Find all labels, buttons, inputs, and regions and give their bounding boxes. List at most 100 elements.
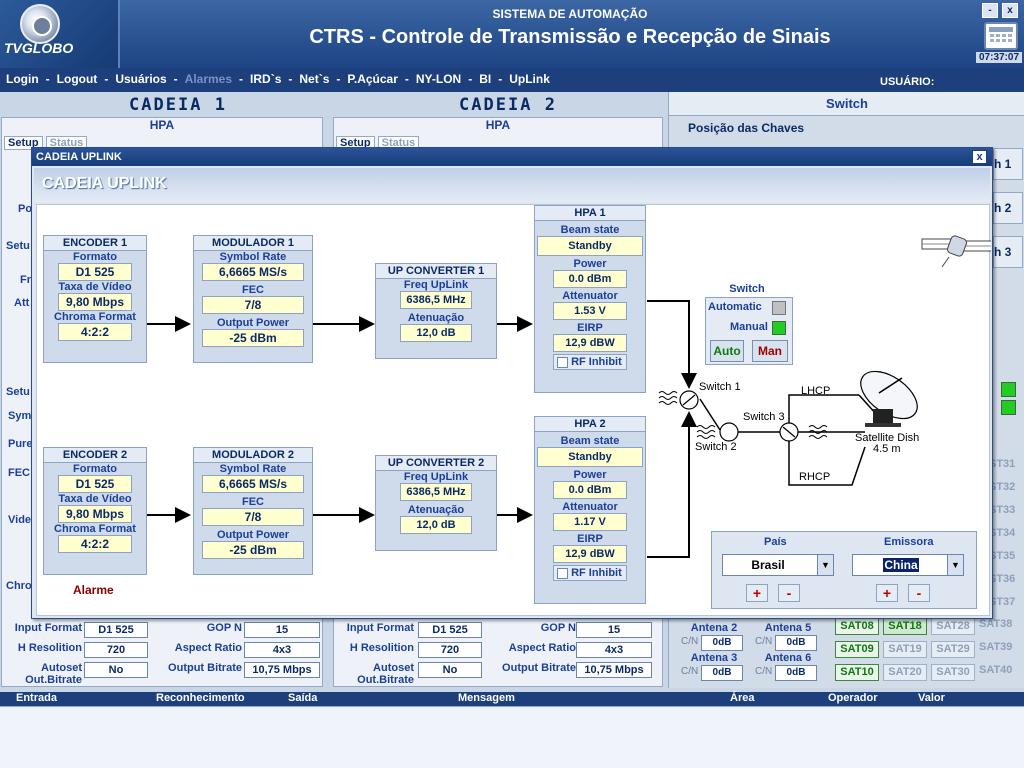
rf-inhibit-label: RF Inhibit xyxy=(571,356,622,368)
pais-add-button[interactable]: + xyxy=(746,584,768,602)
fec-value: 7/8 xyxy=(202,296,304,314)
col-operador: Operador xyxy=(828,692,878,704)
row-label: Autoset Out.Bitrate xyxy=(25,662,82,686)
hpa-2-box: HPA 2 Beam state Standby Power 0.0 dBm A… xyxy=(534,416,646,604)
nav-item-8[interactable]: NY-LON xyxy=(416,72,461,86)
dropdown-arrow-icon[interactable]: ▼ xyxy=(817,555,833,575)
emissora-label: Emissora xyxy=(884,536,934,548)
symbol-rate-value: 6,6665 MS/s xyxy=(202,475,304,493)
row-value: No xyxy=(418,662,482,678)
nav-item-2[interactable]: Logout xyxy=(57,72,98,86)
atenuacao-value: 12,0 dB xyxy=(400,516,472,534)
freq-value: 6386,5 MHz xyxy=(400,291,472,309)
chave-2-button[interactable]: h 2 xyxy=(993,192,1023,224)
dropdown-arrow-icon[interactable]: ▼ xyxy=(947,555,963,575)
row-value: 720 xyxy=(418,642,482,658)
cn-label: C/N xyxy=(681,666,699,677)
man-button[interactable]: Man xyxy=(752,340,788,362)
formato-value: D1 525 xyxy=(58,263,132,281)
dialog-heading: CADEIA UPLINK xyxy=(34,168,990,202)
upconverter-1-box: UP CONVERTER 1 Freq UpLink 6386,5 MHz At… xyxy=(375,263,497,359)
side-label: Vide xyxy=(8,514,32,526)
nav-item-4[interactable]: Alarmes xyxy=(185,72,232,86)
atenuacao-label: Atenuação xyxy=(407,504,465,516)
sat-button[interactable]: SAT30 xyxy=(931,664,975,681)
sat-button[interactable]: SAT19 xyxy=(883,641,927,658)
switch-2-label: Switch 2 xyxy=(695,441,737,453)
sat-button[interactable]: SAT09 xyxy=(835,641,879,658)
taxa-label: Taxa de Vídeo xyxy=(58,493,132,505)
nav-item-5[interactable]: IRD`s xyxy=(250,72,281,86)
beam-state-value: Standby xyxy=(537,447,643,467)
automatic-label: Automatic xyxy=(708,301,762,313)
taxa-value: 9,80 Mbps xyxy=(58,505,132,523)
alarm-label: Alarme xyxy=(73,583,114,597)
antenas-grid: Antena 2 C/N 0dB Antena 5 C/N 0dB Antena 3 C/N 0… xyxy=(679,622,829,688)
col-valor: Valor xyxy=(918,692,945,704)
emissora-select[interactable]: China ▼ xyxy=(852,554,964,576)
cn-value: 0dB xyxy=(775,635,817,651)
formato-label: Formato xyxy=(73,463,117,475)
upconverter-title: UP CONVERTER 1 xyxy=(376,264,496,279)
beam-state-label: Beam state xyxy=(560,435,620,447)
row-value: 10,75 Mbps xyxy=(244,662,320,678)
pais-select[interactable]: Brasil ▼ xyxy=(722,554,834,576)
nav-item-10[interactable]: UpLink xyxy=(509,72,550,86)
posicao-label: Posição das Chaves xyxy=(688,121,805,135)
satellite-dish-icon xyxy=(860,370,918,427)
row-label: Autoset Out.Bitrate xyxy=(357,662,414,686)
sat-button: SAT38 xyxy=(979,618,1013,630)
chave-1-button[interactable]: h 1 xyxy=(993,148,1023,180)
app-title: CTRS - Controle de Transmissão e Recepçã… xyxy=(309,26,831,48)
upconverter-title: UP CONVERTER 2 xyxy=(376,456,496,471)
minimize-button[interactable]: - xyxy=(982,3,998,18)
atenuacao-value: 12,0 dB xyxy=(400,324,472,342)
globo-icon xyxy=(20,4,60,44)
attenuator-label: Attenuator xyxy=(562,501,618,513)
lhcp-label: LHCP xyxy=(801,385,831,397)
encoder-1-box: ENCODER 1 Formato D1 525 Taxa de Vídeo 9… xyxy=(43,235,147,363)
sat-button[interactable]: SAT10 xyxy=(835,664,879,681)
dish-size-label: 4.5 m xyxy=(873,443,901,455)
rf-inhibit-checkbox[interactable]: RF Inhibit xyxy=(553,565,627,581)
row-label: Output Bitrate xyxy=(502,662,576,674)
cn-label: C/N xyxy=(755,666,773,677)
sat-button[interactable]: SAT28 xyxy=(931,618,975,635)
message-area[interactable] xyxy=(0,706,1024,768)
chave-3-button[interactable]: h 3 xyxy=(993,236,1023,268)
close-window-button[interactable]: x xyxy=(1002,3,1018,18)
row-label: Input Format xyxy=(346,622,414,634)
side-label: Att xyxy=(14,297,30,309)
manual-indicator xyxy=(772,321,786,335)
dialog-close-button[interactable]: x xyxy=(972,150,987,164)
pais-select-value: Brasil xyxy=(751,558,785,572)
message-header: Entrada Reconhecimento Saída Mensagem Ár… xyxy=(0,692,1024,706)
nav-item-7[interactable]: P.Açúcar xyxy=(347,72,397,86)
row-value: 10,75 Mbps xyxy=(576,662,652,678)
switch-panel-title: Switch xyxy=(669,92,1024,116)
nav-item-9[interactable]: BI xyxy=(479,72,491,86)
encoder-title: ENCODER 1 xyxy=(44,236,146,251)
symbol-rate-value: 6,6665 MS/s xyxy=(202,263,304,281)
sat-button[interactable]: SAT08 xyxy=(835,618,879,635)
sat-button[interactable]: SAT29 xyxy=(931,641,975,658)
antena-label: Antena 3 xyxy=(690,652,738,664)
pais-emissora-box: País Emissora Brasil ▼ China ▼ + - + - xyxy=(711,531,977,609)
emissora-remove-button[interactable]: - xyxy=(908,584,930,602)
encoder-rows-1: Input Format D1 525 GOP N 15 H Resolition 720… xyxy=(2,620,324,686)
chroma-value: 4:2:2 xyxy=(58,323,132,341)
auto-button[interactable]: Auto xyxy=(710,340,744,362)
nav-item-3[interactable]: Usuários xyxy=(115,72,166,86)
nav-item-6[interactable]: Net`s xyxy=(299,72,329,86)
rhcp-label: RHCP xyxy=(799,471,831,483)
nav-separator: - xyxy=(104,72,109,86)
sat-button[interactable]: SAT20 xyxy=(883,664,927,681)
checkbox-icon xyxy=(557,567,568,579)
emissora-add-button[interactable]: + xyxy=(876,584,898,602)
nav-separator: - xyxy=(45,72,50,86)
sat-button[interactable]: SAT18 xyxy=(883,618,927,635)
rf-inhibit-checkbox[interactable]: RF Inhibit xyxy=(553,354,627,370)
output-power-label: Output Power xyxy=(216,529,290,541)
pais-remove-button[interactable]: - xyxy=(778,584,800,602)
nav-item-1[interactable]: Login xyxy=(6,72,39,86)
